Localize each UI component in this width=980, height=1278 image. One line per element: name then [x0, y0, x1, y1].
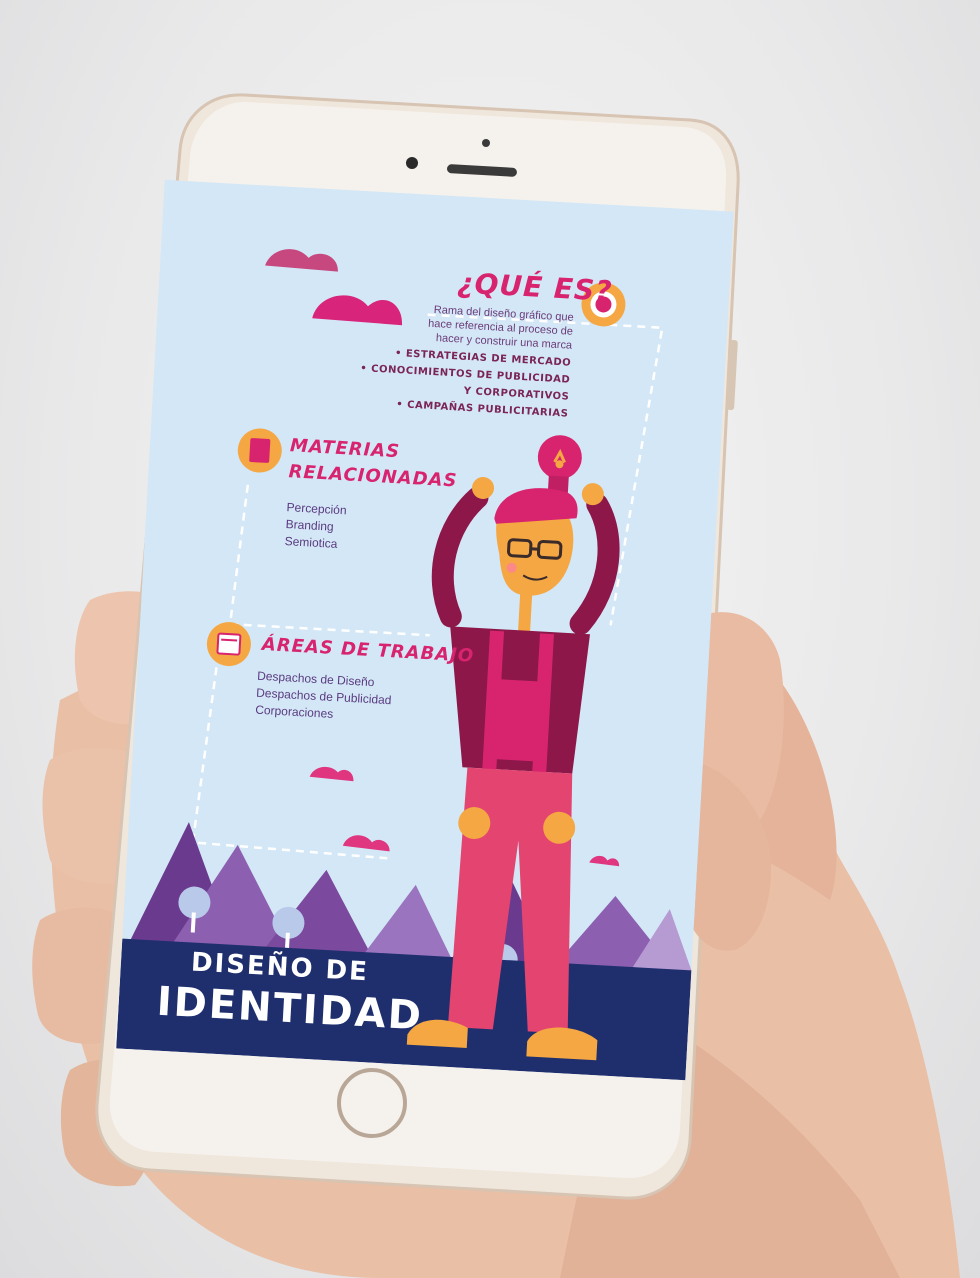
list-item: Semiotica	[284, 534, 338, 551]
phone-screen: ¿QUÉ ES? Rama del diseño gráfico que hac…	[116, 179, 734, 1081]
sensor-icon	[482, 139, 490, 147]
front-camera-icon	[406, 157, 418, 169]
que-es-description: Rama del diseño gráfico que hace referen…	[412, 302, 574, 353]
que-es-bullets: • ESTRATEGIAS DE MERCADO • CONOCIMIENTOS…	[352, 343, 571, 423]
areas-list: Despachos de Diseño Despachos de Publici…	[255, 668, 393, 726]
materias-list: Percepción Branding Semiotica	[284, 499, 347, 553]
home-button[interactable]	[337, 1068, 407, 1138]
